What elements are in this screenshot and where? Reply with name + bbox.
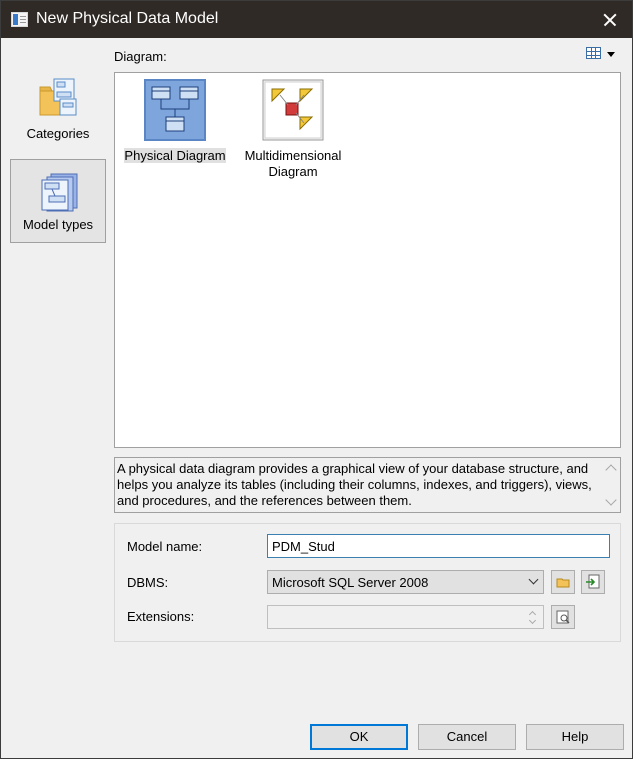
category-label: Categories — [26, 126, 90, 141]
diagram-item-multidimensional[interactable]: Multidimensional Diagram — [239, 79, 347, 180]
category-categories[interactable]: Categories — [10, 67, 106, 151]
dbms-value: Microsoft SQL Server 2008 — [272, 575, 429, 590]
description-text: A physical data diagram provides a graph… — [117, 461, 592, 508]
folder-icon — [556, 578, 570, 588]
list-view-icon — [586, 47, 601, 59]
model-name-label: Model name: — [127, 539, 203, 554]
caret-down-icon — [607, 52, 615, 57]
scroll-up-icon[interactable] — [605, 464, 617, 476]
dbms-properties-button[interactable] — [581, 570, 605, 594]
select-extensions-button[interactable] — [551, 605, 575, 629]
ok-button[interactable]: OK — [310, 724, 408, 750]
diagram-item-label: Multidimensional — [244, 148, 342, 163]
model-types-icon — [41, 173, 78, 212]
model-name-input[interactable] — [267, 534, 610, 558]
extensions-field[interactable] — [267, 605, 544, 629]
multidimensional-diagram-icon — [262, 79, 324, 141]
chevron-down-icon — [528, 574, 539, 585]
diagram-description: A physical data diagram provides a graph… — [114, 457, 621, 513]
folder-diagram-icon — [39, 78, 77, 116]
new-physical-data-model-dialog: New Physical Data Model Categories Model… — [0, 0, 633, 759]
browse-dbms-button[interactable] — [551, 570, 575, 594]
view-options-button[interactable] — [585, 45, 617, 63]
model-properties-panel: Model name: DBMS: Microsoft SQL Server 2… — [114, 523, 621, 642]
help-button[interactable]: Help — [526, 724, 624, 750]
diagram-section-label: Diagram: — [114, 49, 167, 64]
spin-down-icon — [528, 616, 537, 625]
extensions-label: Extensions: — [127, 609, 195, 624]
cancel-button[interactable]: Cancel — [418, 724, 516, 750]
dbms-select[interactable]: Microsoft SQL Server 2008 — [267, 570, 544, 594]
category-label: Model types — [22, 217, 94, 232]
physical-diagram-icon — [144, 79, 206, 141]
diagram-item-label: Physical Diagram — [124, 148, 226, 163]
description-scrollbar[interactable] — [603, 458, 620, 512]
dbms-label: DBMS: — [127, 575, 169, 590]
diagram-item-label-continued: Diagram — [268, 164, 318, 179]
app-icon — [11, 12, 28, 27]
select-extensions-icon — [556, 610, 570, 624]
diagram-list: Physical Diagram Multidimensional Diagra… — [114, 72, 621, 448]
title-bar: New Physical Data Model — [1, 1, 632, 38]
window-title: New Physical Data Model — [36, 10, 219, 27]
document-arrow-icon — [586, 574, 600, 589]
diagram-item-physical[interactable]: Physical Diagram — [121, 79, 229, 164]
category-model-types[interactable]: Model types — [10, 159, 106, 243]
close-icon[interactable] — [586, 1, 632, 38]
scroll-down-icon[interactable] — [605, 494, 617, 506]
